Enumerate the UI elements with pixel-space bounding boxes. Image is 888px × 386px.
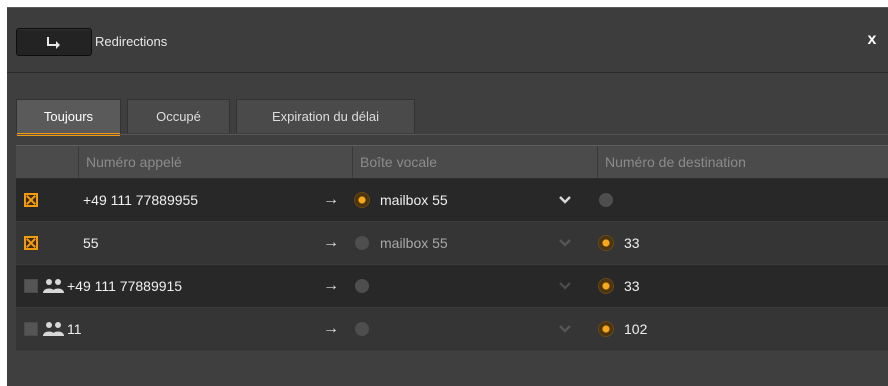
tab-label: Toujours: [43, 109, 94, 124]
mailbox-dropdown[interactable]: [558, 265, 572, 307]
called-number: +49 111 77889955: [83, 192, 199, 208]
chevron-down-icon: [559, 196, 571, 204]
tab-expiration-du-delai[interactable]: Expiration du délai: [236, 99, 415, 133]
row-checkbox[interactable]: [24, 322, 38, 336]
window-footer: [7, 351, 888, 386]
mailbox-dropdown[interactable]: [558, 308, 572, 350]
destination-radio[interactable]: [599, 279, 613, 293]
table-row[interactable]: +49 111 77889915 → 33: [16, 265, 888, 308]
table-header: Numéro appelé Boîte vocale Numéro de des…: [16, 145, 888, 179]
row-checkbox[interactable]: [24, 279, 38, 293]
destination-value: 102: [624, 321, 648, 337]
redirect-arrow-icon: [47, 37, 60, 49]
right-arrow-icon: →: [323, 320, 339, 337]
redirect-button[interactable]: [16, 28, 92, 56]
mailbox-value: mailbox 55: [380, 235, 448, 251]
row-checkbox[interactable]: [24, 193, 38, 207]
chevron-down-icon: [559, 325, 571, 333]
header-select-column: [16, 146, 78, 178]
group-users-icon: [43, 322, 64, 336]
mailbox-dropdown[interactable]: [558, 222, 572, 264]
mailbox-radio[interactable]: [355, 236, 369, 250]
header-numero-destination: Numéro de destination: [597, 146, 888, 178]
table-row[interactable]: 11 → 102: [16, 308, 888, 351]
destination-radio[interactable]: [599, 322, 613, 336]
title-bar: Redirections x: [7, 8, 888, 73]
mailbox-dropdown[interactable]: [558, 179, 572, 221]
group-users-icon: [43, 279, 64, 293]
tab-divider: [16, 134, 888, 135]
chevron-down-icon: [559, 282, 571, 290]
table-row[interactable]: 55 → mailbox 55 33: [16, 222, 888, 265]
mailbox-radio[interactable]: [355, 279, 369, 293]
tab-occupe[interactable]: Occupé: [127, 99, 230, 133]
destination-radio[interactable]: [599, 193, 613, 207]
table-row[interactable]: +49 111 77889955 → mailbox 55: [16, 179, 888, 222]
redirections-table: Numéro appelé Boîte vocale Numéro de des…: [16, 145, 888, 351]
chevron-down-icon: [559, 239, 571, 247]
redirections-window: Redirections x Toujours Occupé Expiratio…: [7, 7, 888, 386]
header-numero-appele: Numéro appelé: [78, 146, 352, 178]
destination-radio[interactable]: [599, 236, 613, 250]
window-title: Redirections: [95, 34, 168, 49]
called-number: +49 111 77889915: [67, 278, 183, 294]
mailbox-value: mailbox 55: [380, 192, 448, 208]
called-number: 55: [83, 235, 99, 251]
mailbox-radio[interactable]: [355, 193, 369, 207]
header-boite-vocale: Boîte vocale: [352, 146, 597, 178]
right-arrow-icon: →: [323, 277, 339, 294]
right-arrow-icon: →: [323, 234, 339, 251]
tab-label: Occupé: [156, 109, 201, 124]
tab-bar: Toujours Occupé Expiration du délai: [7, 73, 888, 140]
row-checkbox[interactable]: [24, 236, 38, 250]
right-arrow-icon: →: [323, 191, 339, 208]
destination-value: 33: [624, 235, 640, 251]
tab-toujours[interactable]: Toujours: [16, 99, 121, 136]
called-number: 11: [67, 321, 82, 337]
close-icon[interactable]: x: [864, 31, 880, 48]
mailbox-radio[interactable]: [355, 322, 369, 336]
destination-value: 33: [624, 278, 640, 294]
tab-label: Expiration du délai: [272, 109, 379, 124]
